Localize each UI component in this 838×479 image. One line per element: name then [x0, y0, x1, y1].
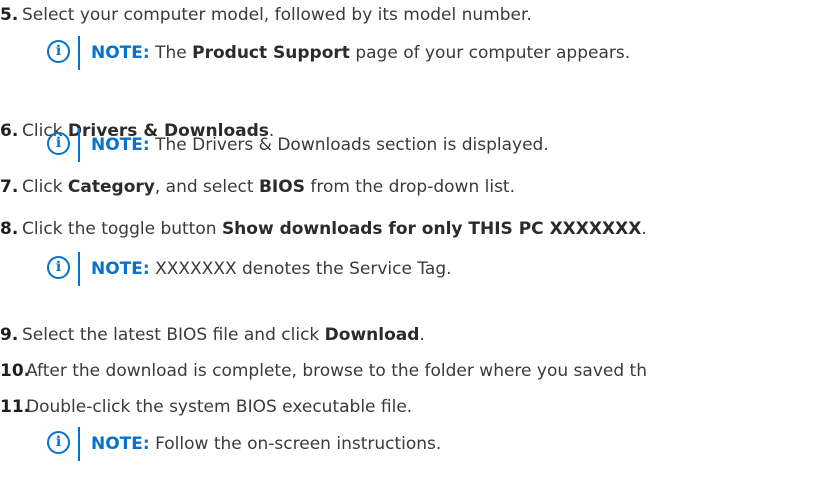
note-text: NOTE: The Product Support page of your c…	[91, 43, 631, 63]
step-text: Select the latest BIOS file and click Do…	[22, 325, 425, 345]
info-icon: i	[47, 431, 70, 454]
step-number: 6.	[0, 121, 19, 141]
info-icon: i	[47, 40, 70, 63]
step-text: Select your computer model, followed by …	[22, 5, 532, 25]
step-text: After the download is complete, browse t…	[26, 361, 647, 381]
list-item: 9. Select the latest BIOS file and click…	[0, 322, 838, 348]
note-text: NOTE: XXXXXXX denotes the Service Tag.	[91, 259, 452, 279]
list-item: 8. Click the toggle button Show download…	[0, 216, 838, 242]
step-text: Click the toggle button Show downloads f…	[22, 219, 647, 239]
list-item: 10. After the download is complete, brow…	[0, 358, 838, 384]
list-item: 7. Click Category, and select BIOS from …	[0, 174, 838, 200]
note-text: NOTE: The Drivers & Downloads section is…	[91, 135, 549, 155]
note-divider	[78, 36, 80, 70]
step-number: 7.	[0, 177, 19, 197]
note-text: NOTE: Follow the on-screen instructions.	[91, 434, 442, 454]
note-divider	[78, 427, 80, 461]
info-icon: i	[47, 256, 70, 279]
step-number: 9.	[0, 325, 19, 345]
step-text: Click Category, and select BIOS from the…	[22, 177, 515, 197]
note-divider	[78, 128, 80, 162]
list-item: 5. Select your computer model, followed …	[0, 2, 838, 28]
list-item: 11. Double-click the system BIOS executa…	[0, 394, 838, 420]
note-divider	[78, 252, 80, 286]
step-number: 8.	[0, 219, 19, 239]
step-text: Double-click the system BIOS executable …	[26, 397, 413, 417]
info-icon: i	[47, 132, 70, 155]
step-number: 5.	[0, 5, 19, 25]
